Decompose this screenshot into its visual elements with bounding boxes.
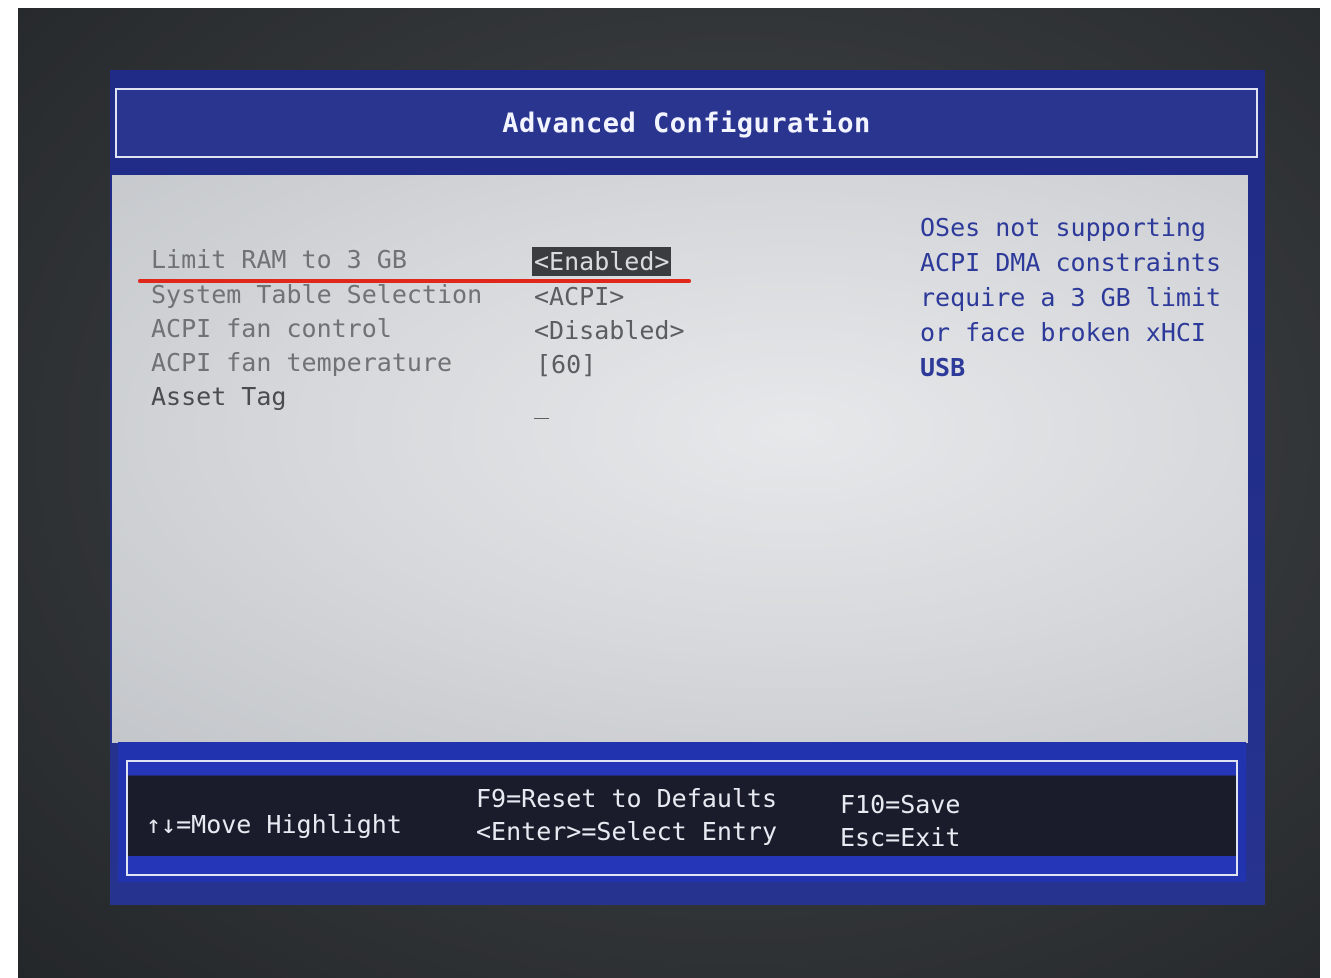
footer-save: F10=Save [840,790,961,819]
option-value-system-table[interactable]: <ACPI> [534,282,624,311]
help-line: or face broken xHCI [920,318,1206,347]
page-title: Advanced Configuration [502,108,871,139]
option-label-asset-tag[interactable]: Asset Tag [151,382,286,411]
footer-move-highlight: ↑↓=Move Highlight [146,810,402,839]
option-label-fan-temperature[interactable]: ACPI fan temperature [151,348,452,377]
footer-reset-defaults: F9=Reset to Defaults [476,784,778,813]
option-value-fan-control[interactable]: <Disabled> [534,316,685,345]
help-text-panel: OSes not supporting ACPI DMA constraints… [920,210,1230,385]
help-line: USB [920,353,966,382]
option-value-fan-temperature[interactable]: [60] [536,350,596,379]
footer-select-entry: <Enter>=Select Entry [476,817,778,846]
option-label-fan-control[interactable]: ACPI fan control [151,314,392,343]
option-label-system-table[interactable]: System Table Selection [151,280,482,309]
help-line: ACPI DMA constraints [920,248,1222,277]
help-line: OSes not supporting [920,213,1206,242]
footer-exit: Esc=Exit [840,823,961,852]
option-value-asset-tag[interactable]: _ [534,390,549,419]
title-bar: Advanced Configuration [115,88,1258,158]
red-underline-annotation [138,279,691,283]
help-line: require a 3 GB limit [920,283,1222,312]
option-label-limit-ram[interactable]: Limit RAM to 3 GB [151,245,407,274]
option-value-limit-ram[interactable]: <Enabled> [532,247,672,276]
